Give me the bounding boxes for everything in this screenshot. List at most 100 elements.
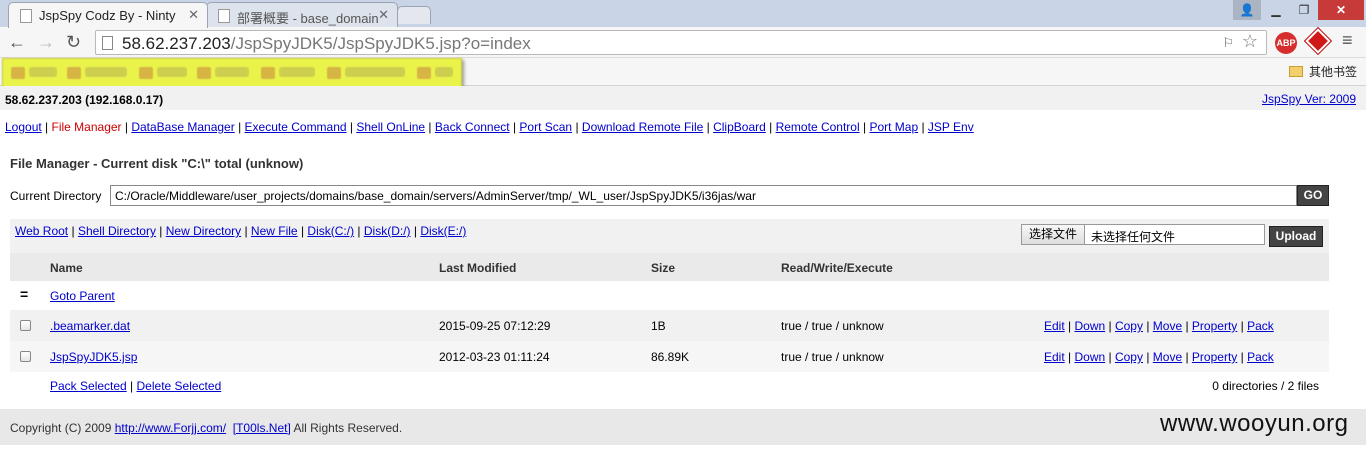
table-footer: Pack Selected | Delete Selected 0 direct… [10,372,1329,402]
tab-close-icon[interactable]: ✕ [188,7,199,23]
file-name-link[interactable]: JspSpyJDK5.jsp [50,350,137,364]
link-disk-e[interactable]: Disk(E:/) [420,224,466,238]
nav-remote-control[interactable]: Remote Control [776,120,860,134]
page-content: 58.62.237.203 (192.168.0.17) JspSpy Ver:… [0,86,1366,454]
file-modified: 2012-03-23 01:11:24 [439,350,550,364]
link-shell-directory[interactable]: Shell Directory [78,224,156,238]
choose-file-button[interactable]: 选择文件 [1021,224,1085,245]
nav-database-manager[interactable]: DataBase Manager [131,120,234,134]
tab-jspspy[interactable]: JspSpy Codz By - Ninty ✕ [8,2,208,28]
nav-download-remote-file[interactable]: Download Remote File [582,120,703,134]
version-link[interactable]: JspSpy Ver: 2009 [1262,92,1356,106]
pack-selected-link[interactable]: Pack Selected [50,379,127,393]
action-move[interactable]: Move [1153,319,1182,333]
link-disk-d[interactable]: Disk(D:/) [364,224,411,238]
bookmark-icon [67,67,81,79]
link-web-root[interactable]: Web Root [15,224,68,238]
bulk-actions: Pack Selected | Delete Selected [50,379,222,393]
bookmark-icon [417,67,431,79]
address-bar[interactable]: 58.62.237.203/JspSpyJDK5/JspSpyJDK5.jsp?… [95,30,1267,55]
file-actions: Edit | Down | Copy | Move | Property | P… [1044,319,1274,333]
column-last-modified: Last Modified [439,261,517,275]
action-down[interactable]: Down [1074,350,1105,364]
table-row: .beamarker.dat 2015-09-25 07:12:29 1B tr… [10,310,1329,341]
action-copy[interactable]: Copy [1115,319,1143,333]
file-modified: 2015-09-25 07:12:29 [439,319,551,333]
chosen-file-text: 未选择任何文件 [1085,224,1265,245]
t00ls-link[interactable]: [T00ls.Net] [233,421,291,435]
page-icon [218,9,230,23]
new-tab-button[interactable] [397,6,431,24]
tab-title: 部署概要 - base_domain [237,11,379,26]
nav-jsp-env[interactable]: JSP Env [928,120,974,134]
menu-icon[interactable]: ≡ [1342,30,1353,51]
current-directory-input[interactable] [110,185,1297,206]
action-copy[interactable]: Copy [1115,350,1143,364]
action-property[interactable]: Property [1192,350,1237,364]
nav-file-manager[interactable]: File Manager [52,120,122,134]
action-move[interactable]: Move [1153,350,1182,364]
forjj-link[interactable]: http://www.Forjj.com/ [115,421,226,435]
maximize-icon[interactable]: ❐ [1290,0,1318,20]
bookmark-star-icon[interactable]: ☆ [1242,31,1258,52]
page-icon [102,36,113,50]
action-edit[interactable]: Edit [1044,319,1065,333]
delete-selected-link[interactable]: Delete Selected [137,379,222,393]
quick-links-bar: Web Root | Shell Directory | New Directo… [10,219,1329,253]
file-size: 1B [651,319,666,333]
link-new-directory[interactable]: New Directory [166,224,241,238]
tab-deployment[interactable]: 部署概要 - base_domain ✕ [206,2,398,28]
parent-row: = Goto Parent [10,281,1329,310]
action-pack[interactable]: Pack [1247,350,1274,364]
goto-parent-link[interactable]: Goto Parent [50,289,115,303]
close-window-icon[interactable]: ✕ [1318,0,1364,20]
nav-shell-online[interactable]: Shell OnLine [356,120,425,134]
extension-icon[interactable] [1305,28,1331,54]
nav-port-map[interactable]: Port Map [869,120,918,134]
action-down[interactable]: Down [1074,319,1105,333]
go-button[interactable]: GO [1297,185,1329,206]
link-new-file[interactable]: New File [251,224,298,238]
translate-icon[interactable]: ⚐ [1222,35,1234,51]
main-nav: Logout | File Manager | DataBase Manager… [5,120,974,134]
back-icon[interactable]: ← [8,32,26,53]
browser-tabstrip: JspSpy Codz By - Ninty ✕ 部署概要 - base_dom… [0,0,1366,28]
bookmark-icon [11,67,25,79]
nav-execute-command[interactable]: Execute Command [245,120,347,134]
row-checkbox[interactable] [20,351,31,362]
upload-button[interactable]: Upload [1269,226,1323,247]
user-icon[interactable]: 👤 [1233,0,1261,20]
file-table: Name Last Modified Size Read/Write/Execu… [10,253,1329,402]
bookmark-icon [327,67,341,79]
nav-logout[interactable]: Logout [5,120,42,134]
other-bookmarks[interactable]: 其他书签 [1289,63,1357,80]
nav-back-connect[interactable]: Back Connect [435,120,510,134]
action-edit[interactable]: Edit [1044,350,1065,364]
redacted-bookmarks [2,58,462,88]
link-disk-c[interactable]: Disk(C:/) [307,224,354,238]
host-info: 58.62.237.203 (192.168.0.17) [5,93,164,107]
parent-symbol: = [20,286,29,302]
nav-port-scan[interactable]: Port Scan [519,120,572,134]
forward-icon[interactable]: → [37,32,55,53]
file-size: 86.89K [651,350,690,364]
action-property[interactable]: Property [1192,319,1237,333]
table-row: JspSpyJDK5.jsp 2012-03-23 01:11:24 86.89… [10,341,1329,372]
tab-title: JspSpy Codz By - Ninty [39,8,176,23]
reload-icon[interactable]: ↻ [66,32,81,53]
minimize-icon[interactable]: ▁ [1262,0,1290,20]
row-checkbox[interactable] [20,320,31,331]
action-pack[interactable]: Pack [1247,319,1274,333]
page-title: File Manager - Current disk "C:\" total … [10,156,304,171]
tab-close-icon[interactable]: ✕ [378,7,389,23]
bookmarks-bar: 其他书签 [0,58,1366,88]
quick-links: Web Root | Shell Directory | New Directo… [15,224,467,238]
bookmark-icon [261,67,275,79]
column-rwx: Read/Write/Execute [781,261,893,275]
file-name-link[interactable]: .beamarker.dat [50,319,130,333]
nav-clipboard[interactable]: ClipBoard [713,120,766,134]
current-directory-label: Current Directory [10,189,102,203]
file-summary: 0 directories / 2 files [1212,379,1319,393]
url-text[interactable]: 58.62.237.203/JspSpyJDK5/JspSpyJDK5.jsp?… [122,34,531,54]
adblock-icon[interactable]: ABP [1275,32,1297,54]
